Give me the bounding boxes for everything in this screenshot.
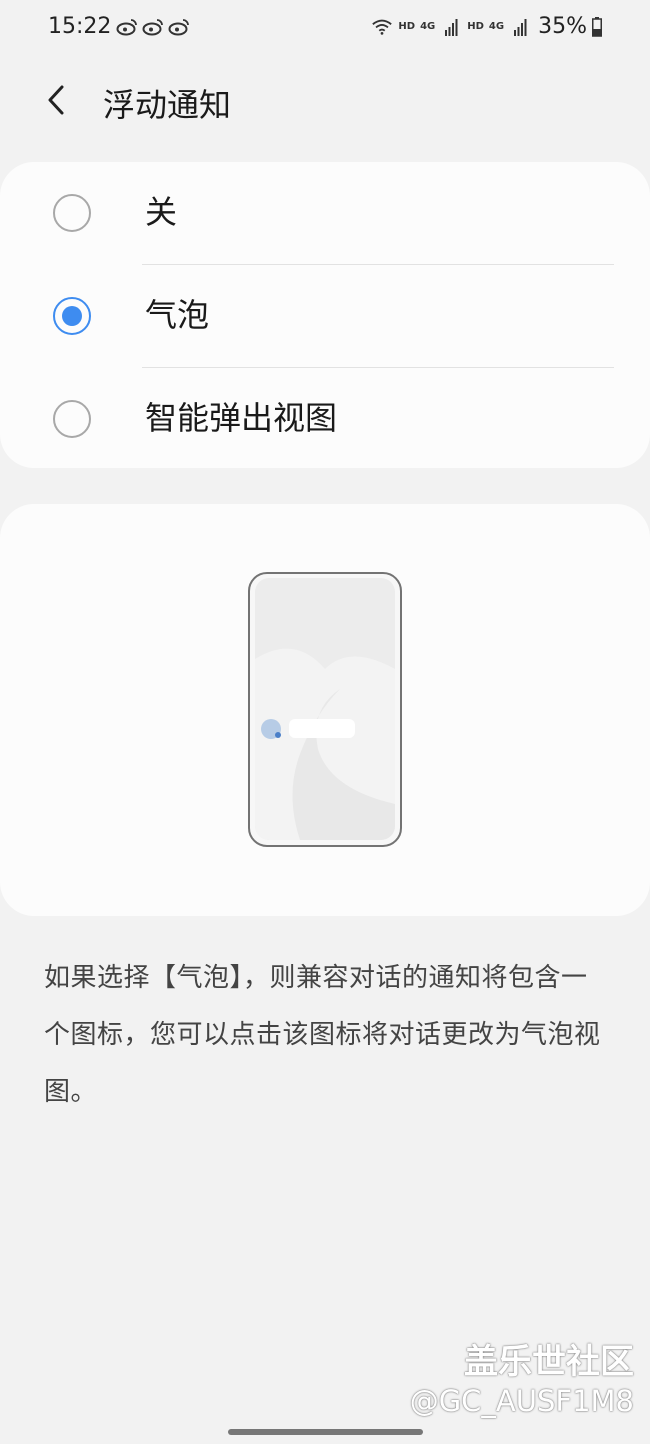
back-icon[interactable] [36, 78, 80, 122]
weibo-icon [116, 19, 137, 36]
notification-icons [116, 18, 190, 36]
status-time: 15:22 [48, 14, 112, 39]
weibo-icon [168, 19, 189, 36]
radio-button[interactable] [53, 194, 91, 232]
option-label: 智能弹出视图 [145, 399, 338, 437]
option-smart-popup[interactable]: 智能弹出视图 [0, 368, 650, 470]
radio-button-checked[interactable] [53, 297, 91, 335]
option-label: 关 [145, 193, 178, 231]
status-bar: 15:22 HD 4G HD 4G 35% [0, 0, 650, 60]
status-indicators: HD 4G HD 4G 35% [371, 14, 602, 39]
radio-button[interactable] [53, 400, 91, 438]
phone-illustration [248, 572, 402, 847]
weibo-icon [142, 19, 163, 36]
hd-label: HD [398, 21, 416, 32]
home-indicator[interactable] [228, 1429, 423, 1435]
app-bar: 浮动通知 [0, 66, 650, 136]
hd-label: HD [467, 21, 484, 32]
battery-percent: 35% [538, 14, 587, 39]
option-bubble[interactable]: 气泡 [0, 265, 650, 367]
signal-icon [445, 18, 458, 36]
options-card: 关 气泡 智能弹出视图 [0, 162, 650, 468]
description-text: 如果选择【气泡】，则兼容对话的通知将包含一个图标，您可以点击该图标将对话更改为气… [44, 963, 601, 1107]
signal-icon [514, 18, 527, 36]
watermark-handle: @GC_AUSF1M8 [409, 1384, 634, 1418]
illustration-card [0, 504, 650, 916]
wifi-icon [372, 19, 393, 35]
page-title: 浮动通知 [103, 86, 232, 124]
network-type-label: 4G [488, 21, 505, 32]
option-off[interactable]: 关 [0, 162, 650, 264]
battery-icon [592, 16, 602, 37]
network-type-label: 4G [420, 21, 436, 32]
option-label: 气泡 [145, 296, 210, 334]
watermark-title: 盖乐世社区 [464, 1342, 634, 1382]
notification-bar [289, 719, 355, 738]
